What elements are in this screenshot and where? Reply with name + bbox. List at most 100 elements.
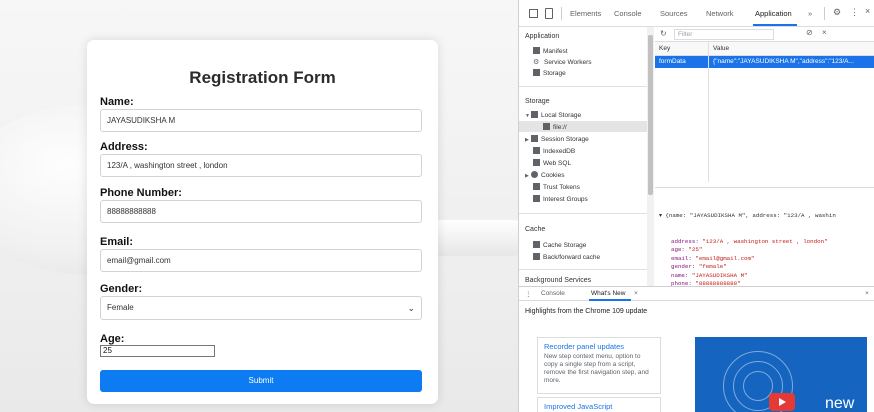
sidebar-item-indexeddb[interactable]: IndexedDB — [533, 147, 575, 155]
drawer-tab-console[interactable]: Console — [541, 290, 565, 297]
card-title: Recorder panel updates — [544, 342, 625, 351]
phone-input[interactable]: 88888888888 — [100, 200, 422, 223]
table-header: Key Value — [655, 42, 874, 56]
sidebar-item-session-storage[interactable]: ▶ Session Storage — [525, 135, 589, 143]
play-icon[interactable] — [769, 393, 795, 411]
age-label: Age: — [100, 333, 125, 345]
active-tab-indicator — [753, 24, 797, 26]
tab-network[interactable]: Network — [706, 9, 734, 18]
sidebar-item-service-workers[interactable]: ⚙ Service Workers — [533, 58, 592, 66]
divider — [519, 86, 647, 87]
sidebar-item-local-storage[interactable]: ▼ Local Storage — [525, 111, 581, 119]
phone-label: Phone Number: — [100, 187, 182, 199]
gender-select-value: Female — [107, 303, 134, 312]
database-icon — [533, 195, 540, 202]
section-cache: Cache — [525, 226, 546, 233]
inspect-icon[interactable] — [529, 9, 538, 18]
active-drawer-tab-indicator — [589, 299, 631, 301]
json-summary: ▾ {name: "JAYASUDIKSHA M", address: "123… — [659, 212, 836, 219]
devtools-drawer: ⋮ Console What's New × × Highlights from… — [519, 286, 874, 412]
tab-sources[interactable]: Sources — [660, 9, 688, 18]
sidebar-item-cache-storage[interactable]: Cache Storage — [533, 241, 586, 249]
whats-new-card[interactable]: Improved JavaScript — [537, 397, 661, 412]
sidebar-item-storage[interactable]: Storage — [533, 69, 566, 77]
delete-selected-icon[interactable]: × — [822, 28, 827, 37]
card-title: Improved JavaScript — [544, 402, 613, 411]
sidebar-item-web-sql[interactable]: Web SQL — [533, 159, 571, 167]
key-column-header[interactable]: Key — [659, 45, 670, 52]
json-line: gender: "female" — [659, 263, 836, 272]
sidebar-scroll-thumb[interactable] — [648, 35, 653, 195]
registration-card: Registration Form Name: JAYASUDIKSHA M A… — [87, 40, 438, 404]
sidebar-item-interest-groups[interactable]: Interest Groups — [533, 195, 588, 203]
close-icon[interactable]: × — [865, 6, 870, 16]
drawer-tab-whats-new[interactable]: What's New — [591, 290, 625, 297]
email-input[interactable]: email@gmail.com — [100, 249, 422, 272]
file-icon — [533, 47, 540, 54]
promo-video-thumbnail[interactable]: new — [695, 337, 867, 412]
cookie-icon — [531, 171, 538, 178]
section-application: Application — [525, 33, 560, 40]
drawer-menu-icon[interactable]: ⋮ — [525, 290, 532, 298]
tab-console[interactable]: Console — [614, 9, 642, 18]
sidebar-item-manifest[interactable]: Manifest — [533, 47, 568, 55]
grid-icon — [531, 135, 538, 142]
name-input[interactable]: JAYASUDIKSHA M — [100, 109, 422, 132]
name-label: Name: — [100, 96, 134, 108]
gear-icon: ⚙ — [533, 59, 540, 66]
toolbar-divider — [824, 7, 825, 20]
json-value: "female" — [698, 263, 727, 270]
json-line: name: "JAYASUDIKSHA M" — [659, 272, 836, 281]
clear-all-icon[interactable]: ⊘ — [806, 28, 813, 37]
close-tab-icon[interactable]: × — [634, 290, 638, 297]
json-line: email: "email@gmail.com" — [659, 255, 836, 264]
sidebar-item-file[interactable]: file:// — [543, 123, 567, 131]
web-page: Registration Form Name: JAYASUDIKSHA M A… — [0, 0, 518, 412]
device-toolbar-icon[interactable] — [545, 8, 553, 19]
address-label: Address: — [100, 141, 148, 153]
storage-pane: ↻ Filter ⊘ × Key Value formData {"name":… — [655, 27, 874, 289]
grid-icon — [543, 123, 550, 130]
refresh-icon[interactable]: ↻ — [660, 29, 667, 38]
devtools-toolbar: Elements Console Sources Network Applica… — [519, 0, 874, 27]
divider — [519, 213, 647, 214]
divider — [519, 269, 647, 270]
database-icon — [533, 183, 540, 190]
sidebar-item-back-forward-cache[interactable]: Back/forward cache — [533, 253, 600, 261]
drawer-tabs: ⋮ Console What's New × × — [519, 287, 874, 301]
selected-row-highlight — [519, 121, 647, 132]
age-input[interactable]: 25 — [100, 345, 215, 357]
whats-new-card[interactable]: Recorder panel updates New step context … — [537, 337, 661, 394]
value-column-header[interactable]: Value — [713, 45, 729, 52]
json-line: age: "25" — [659, 246, 836, 255]
gender-select[interactable]: Female ⌄ — [100, 296, 422, 320]
filter-bar: ↻ Filter ⊘ × — [655, 27, 874, 42]
table-row[interactable]: formData {"name":"JAYASUDIKSHA M","addre… — [655, 56, 874, 68]
json-lines: address: "123/A , washington street , lo… — [659, 238, 836, 289]
database-icon — [533, 253, 540, 260]
sidebar-item-cookies[interactable]: ▶ Cookies — [525, 171, 564, 179]
database-icon — [533, 147, 540, 154]
address-input[interactable]: 123/A , washington street , london — [100, 154, 422, 177]
sidebar-item-trust-tokens[interactable]: Trust Tokens — [533, 183, 580, 191]
close-drawer-icon[interactable]: × — [865, 290, 869, 297]
gear-icon[interactable]: ⚙ — [833, 7, 841, 18]
json-value: "JAYASUDIKSHA M" — [691, 271, 748, 279]
form-title: Registration Form — [189, 68, 336, 87]
filter-input[interactable]: Filter — [674, 29, 774, 40]
email-label: Email: — [100, 236, 134, 248]
json-key: address: — [671, 237, 703, 245]
column-divider — [708, 42, 709, 182]
row-value: {"name":"JAYASUDIKSHA M","address":"123/… — [713, 58, 854, 65]
application-sidebar: Application Manifest ⚙ Service Workers St… — [519, 27, 649, 286]
submit-button[interactable]: Submit — [100, 370, 422, 392]
tab-application[interactable]: Application — [755, 9, 792, 18]
kebab-menu-icon[interactable]: ⋮ — [850, 7, 859, 18]
json-key: name: — [671, 271, 692, 279]
database-icon — [533, 241, 540, 248]
more-tabs-button[interactable]: » — [808, 9, 812, 18]
json-line: address: "123/A , washington street , lo… — [659, 238, 836, 247]
devtools-panel: Elements Console Sources Network Applica… — [518, 0, 874, 412]
tab-elements[interactable]: Elements — [570, 9, 601, 18]
json-key: age: — [671, 246, 689, 253]
